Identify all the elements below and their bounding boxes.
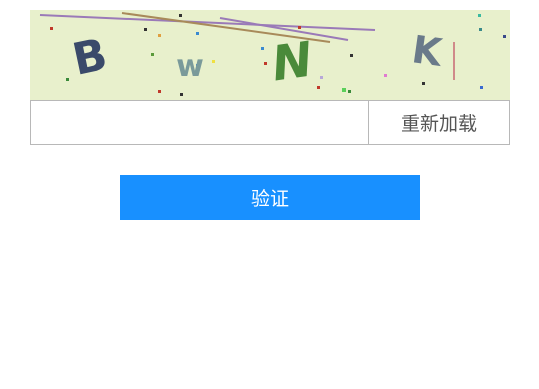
captcha-char-3: N bbox=[268, 31, 316, 92]
captcha-input[interactable] bbox=[31, 101, 368, 144]
captcha-page: B w N K 重新加载 验证 bbox=[0, 0, 539, 389]
captcha-canvas: B w N K bbox=[30, 10, 510, 100]
reload-button[interactable]: 重新加载 bbox=[368, 101, 509, 144]
captcha-char-2: w bbox=[176, 49, 204, 84]
captcha-input-row: 重新加载 bbox=[30, 100, 510, 145]
captcha-image: B w N K bbox=[30, 10, 510, 100]
verify-button[interactable]: 验证 bbox=[120, 175, 420, 220]
